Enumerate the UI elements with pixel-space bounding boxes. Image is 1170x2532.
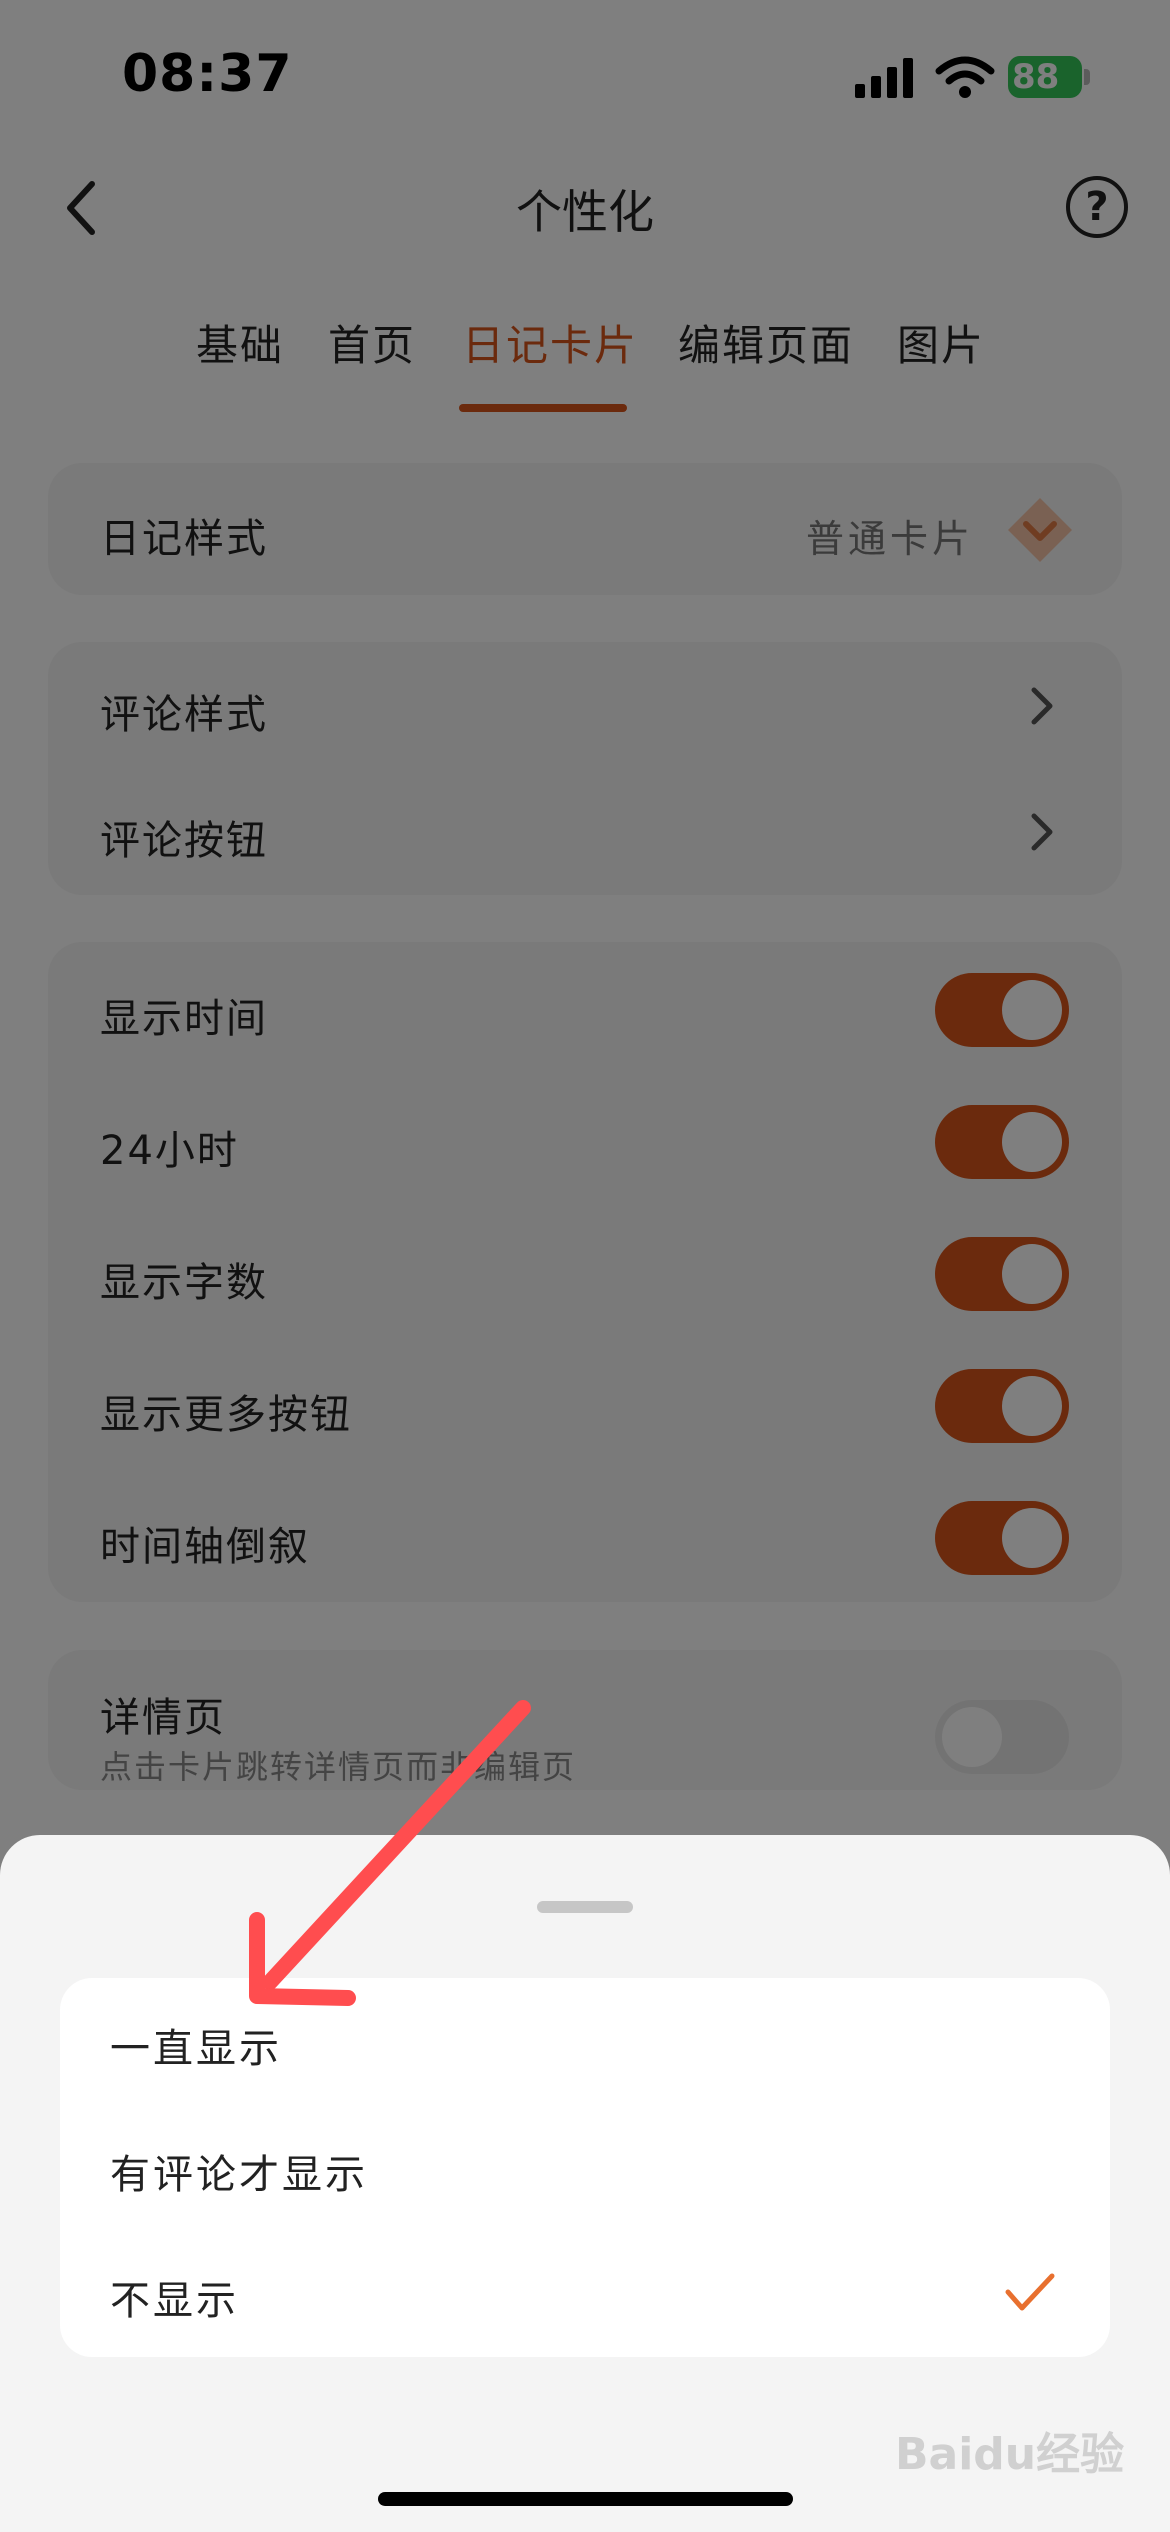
baidu-watermark: Baidu经验 [895, 2429, 1125, 2480]
checkmark-icon [1005, 2273, 1055, 2311]
sheet-grabber[interactable] [537, 1901, 633, 1913]
option-hide[interactable]: 不显示 [110, 2268, 239, 2326]
option-show-if-comments[interactable]: 有评论才显示 [110, 2142, 368, 2200]
home-indicator [378, 2492, 793, 2506]
option-always-show[interactable]: 一直显示 [110, 2016, 282, 2074]
